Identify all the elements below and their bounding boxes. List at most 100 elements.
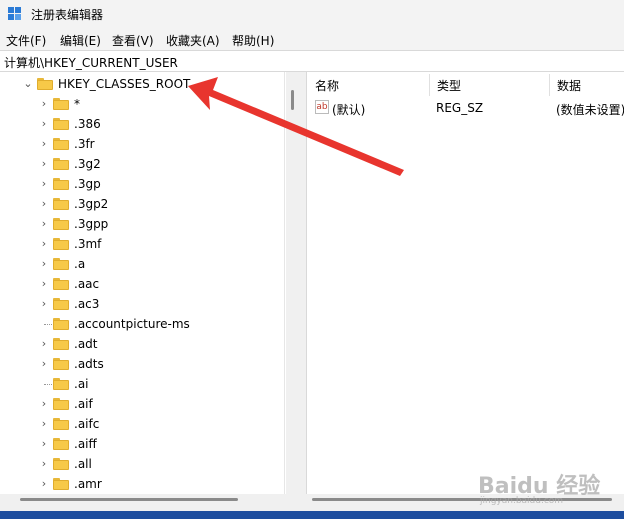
folder-icon (53, 158, 69, 170)
tree-item[interactable]: › .aiff (0, 434, 284, 454)
tree-vertical-scrollbar-thumb[interactable] (291, 90, 294, 110)
chevron-right-icon[interactable]: › (38, 137, 50, 151)
tree-item[interactable]: › .3g2 (0, 154, 284, 174)
tree-item[interactable]: › .3mf (0, 234, 284, 254)
menu-file[interactable]: 文件(F) (6, 32, 46, 49)
tree-item[interactable]: .accountpicture-ms (0, 314, 284, 334)
tree-connector-line (44, 384, 52, 385)
address-bar[interactable]: 计算机\HKEY_CURRENT_USER (0, 50, 624, 72)
tree-connector-line (44, 324, 52, 325)
pane-splitter-scrollbar[interactable] (286, 72, 306, 494)
folder-icon (53, 318, 69, 330)
registry-editor-icon (8, 7, 22, 21)
tree-item[interactable]: › .adt (0, 334, 284, 354)
tree-item[interactable]: › .aif (0, 394, 284, 414)
chevron-right-icon[interactable]: › (38, 337, 50, 351)
folder-icon (53, 458, 69, 470)
tree-item[interactable]: › .ac3 (0, 294, 284, 314)
menu-favorites[interactable]: 收藏夹(A) (166, 32, 220, 49)
tree-horizontal-scrollbar-thumb[interactable] (20, 498, 238, 501)
chevron-right-icon[interactable]: › (38, 117, 50, 131)
tree-item-label: .aiff (74, 437, 97, 451)
tree-item-label: .3fr (74, 137, 95, 151)
folder-icon (53, 378, 69, 390)
desktop-taskbar-strip (0, 511, 624, 519)
address-path[interactable]: 计算机\HKEY_CURRENT_USER (4, 54, 178, 71)
chevron-right-icon[interactable]: › (38, 277, 50, 291)
key-tree-pane: ⌄ HKEY_CLASSES_ROOT › * › .386 › .3fr › .3g2 › .3… (0, 72, 285, 494)
tree-item-label: .3gpp (74, 217, 109, 231)
tree-item[interactable]: › * (0, 94, 284, 114)
chevron-right-icon[interactable]: › (38, 397, 50, 411)
chevron-right-icon[interactable]: › (38, 157, 50, 171)
tree-item-label: .386 (74, 117, 101, 131)
tree-item-label: .aifc (74, 417, 100, 431)
folder-icon (53, 118, 69, 130)
tree-root-hkcr[interactable]: ⌄ HKEY_CLASSES_ROOT (0, 74, 284, 94)
tree-item-label: .ac3 (74, 297, 100, 311)
chevron-right-icon[interactable]: › (38, 297, 50, 311)
folder-icon (53, 478, 69, 490)
tree-item-label: .all (74, 457, 92, 471)
column-header-type[interactable]: 类型 (429, 72, 549, 96)
folder-icon (53, 298, 69, 310)
menu-bar: 文件(F) 编辑(E) 查看(V) 收藏夹(A) 帮助(H) (0, 28, 624, 50)
tree-item[interactable]: › .3gp (0, 174, 284, 194)
tree-item[interactable]: › .aac (0, 274, 284, 294)
tree-item[interactable]: › .3gpp (0, 214, 284, 234)
tree-item-label: * (74, 97, 80, 111)
chevron-right-icon[interactable]: › (38, 217, 50, 231)
chevron-right-icon[interactable]: › (38, 197, 50, 211)
chevron-right-icon[interactable]: › (38, 357, 50, 371)
menu-help[interactable]: 帮助(H) (232, 32, 274, 49)
tree-item[interactable]: › .adts (0, 354, 284, 374)
chevron-right-icon[interactable]: › (38, 457, 50, 471)
chevron-down-icon[interactable]: ⌄ (22, 77, 34, 91)
chevron-right-icon[interactable]: › (38, 257, 50, 271)
chevron-right-icon[interactable]: › (38, 437, 50, 451)
folder-icon (53, 218, 69, 230)
column-header-name[interactable]: 名称 (307, 72, 429, 96)
chevron-right-icon[interactable]: › (38, 177, 50, 191)
tree-item-label: .aif (74, 397, 93, 411)
column-header-data[interactable]: 数据 (549, 72, 624, 96)
tree-item-label: .accountpicture-ms (74, 317, 190, 331)
tree-root-label: HKEY_CLASSES_ROOT (58, 77, 191, 91)
tree-item[interactable]: › .a (0, 254, 284, 274)
tree-item-label: .ai (74, 377, 89, 391)
values-list-pane: 名称 类型 数据 ab (默认) REG_SZ (数值未设置) (306, 72, 624, 494)
menu-edit[interactable]: 编辑(E) (60, 32, 101, 49)
tree-item-label: .a (74, 257, 86, 271)
value-row-default[interactable]: ab (默认) REG_SZ (数值未设置) (307, 98, 624, 118)
string-value-icon: ab (315, 100, 329, 114)
chevron-right-icon[interactable]: › (38, 417, 50, 431)
tree-item-label: .3mf (74, 237, 102, 251)
tree-item[interactable]: › .3fr (0, 134, 284, 154)
value-type: REG_SZ (436, 101, 484, 115)
folder-icon (53, 438, 69, 450)
chevron-right-icon[interactable]: › (38, 237, 50, 251)
title-bar: 注册表编辑器 (0, 0, 624, 28)
tree-item-label: .adt (74, 337, 98, 351)
chevron-right-icon[interactable]: › (38, 477, 50, 491)
baidu-watermark: Baidu 经验 jingyan.baidu.com (478, 466, 618, 510)
menu-view[interactable]: 查看(V) (112, 32, 154, 49)
tree-item[interactable]: › .amr (0, 474, 284, 494)
tree-item[interactable]: › .all (0, 454, 284, 474)
tree-item[interactable]: › .aifc (0, 414, 284, 434)
folder-icon (53, 278, 69, 290)
window-title: 注册表编辑器 (31, 8, 104, 22)
tree-item[interactable]: .ai (0, 374, 284, 394)
folder-icon (53, 238, 69, 250)
folder-icon (53, 138, 69, 150)
folder-icon (53, 338, 69, 350)
chevron-right-icon[interactable]: › (38, 97, 50, 111)
folder-icon (53, 258, 69, 270)
folder-icon (53, 98, 69, 110)
tree-item-label: .3g2 (74, 157, 101, 171)
folder-icon (53, 358, 69, 370)
tree-item[interactable]: › .386 (0, 114, 284, 134)
tree-item[interactable]: › .3gp2 (0, 194, 284, 214)
folder-icon (37, 78, 53, 90)
folder-icon (53, 418, 69, 430)
